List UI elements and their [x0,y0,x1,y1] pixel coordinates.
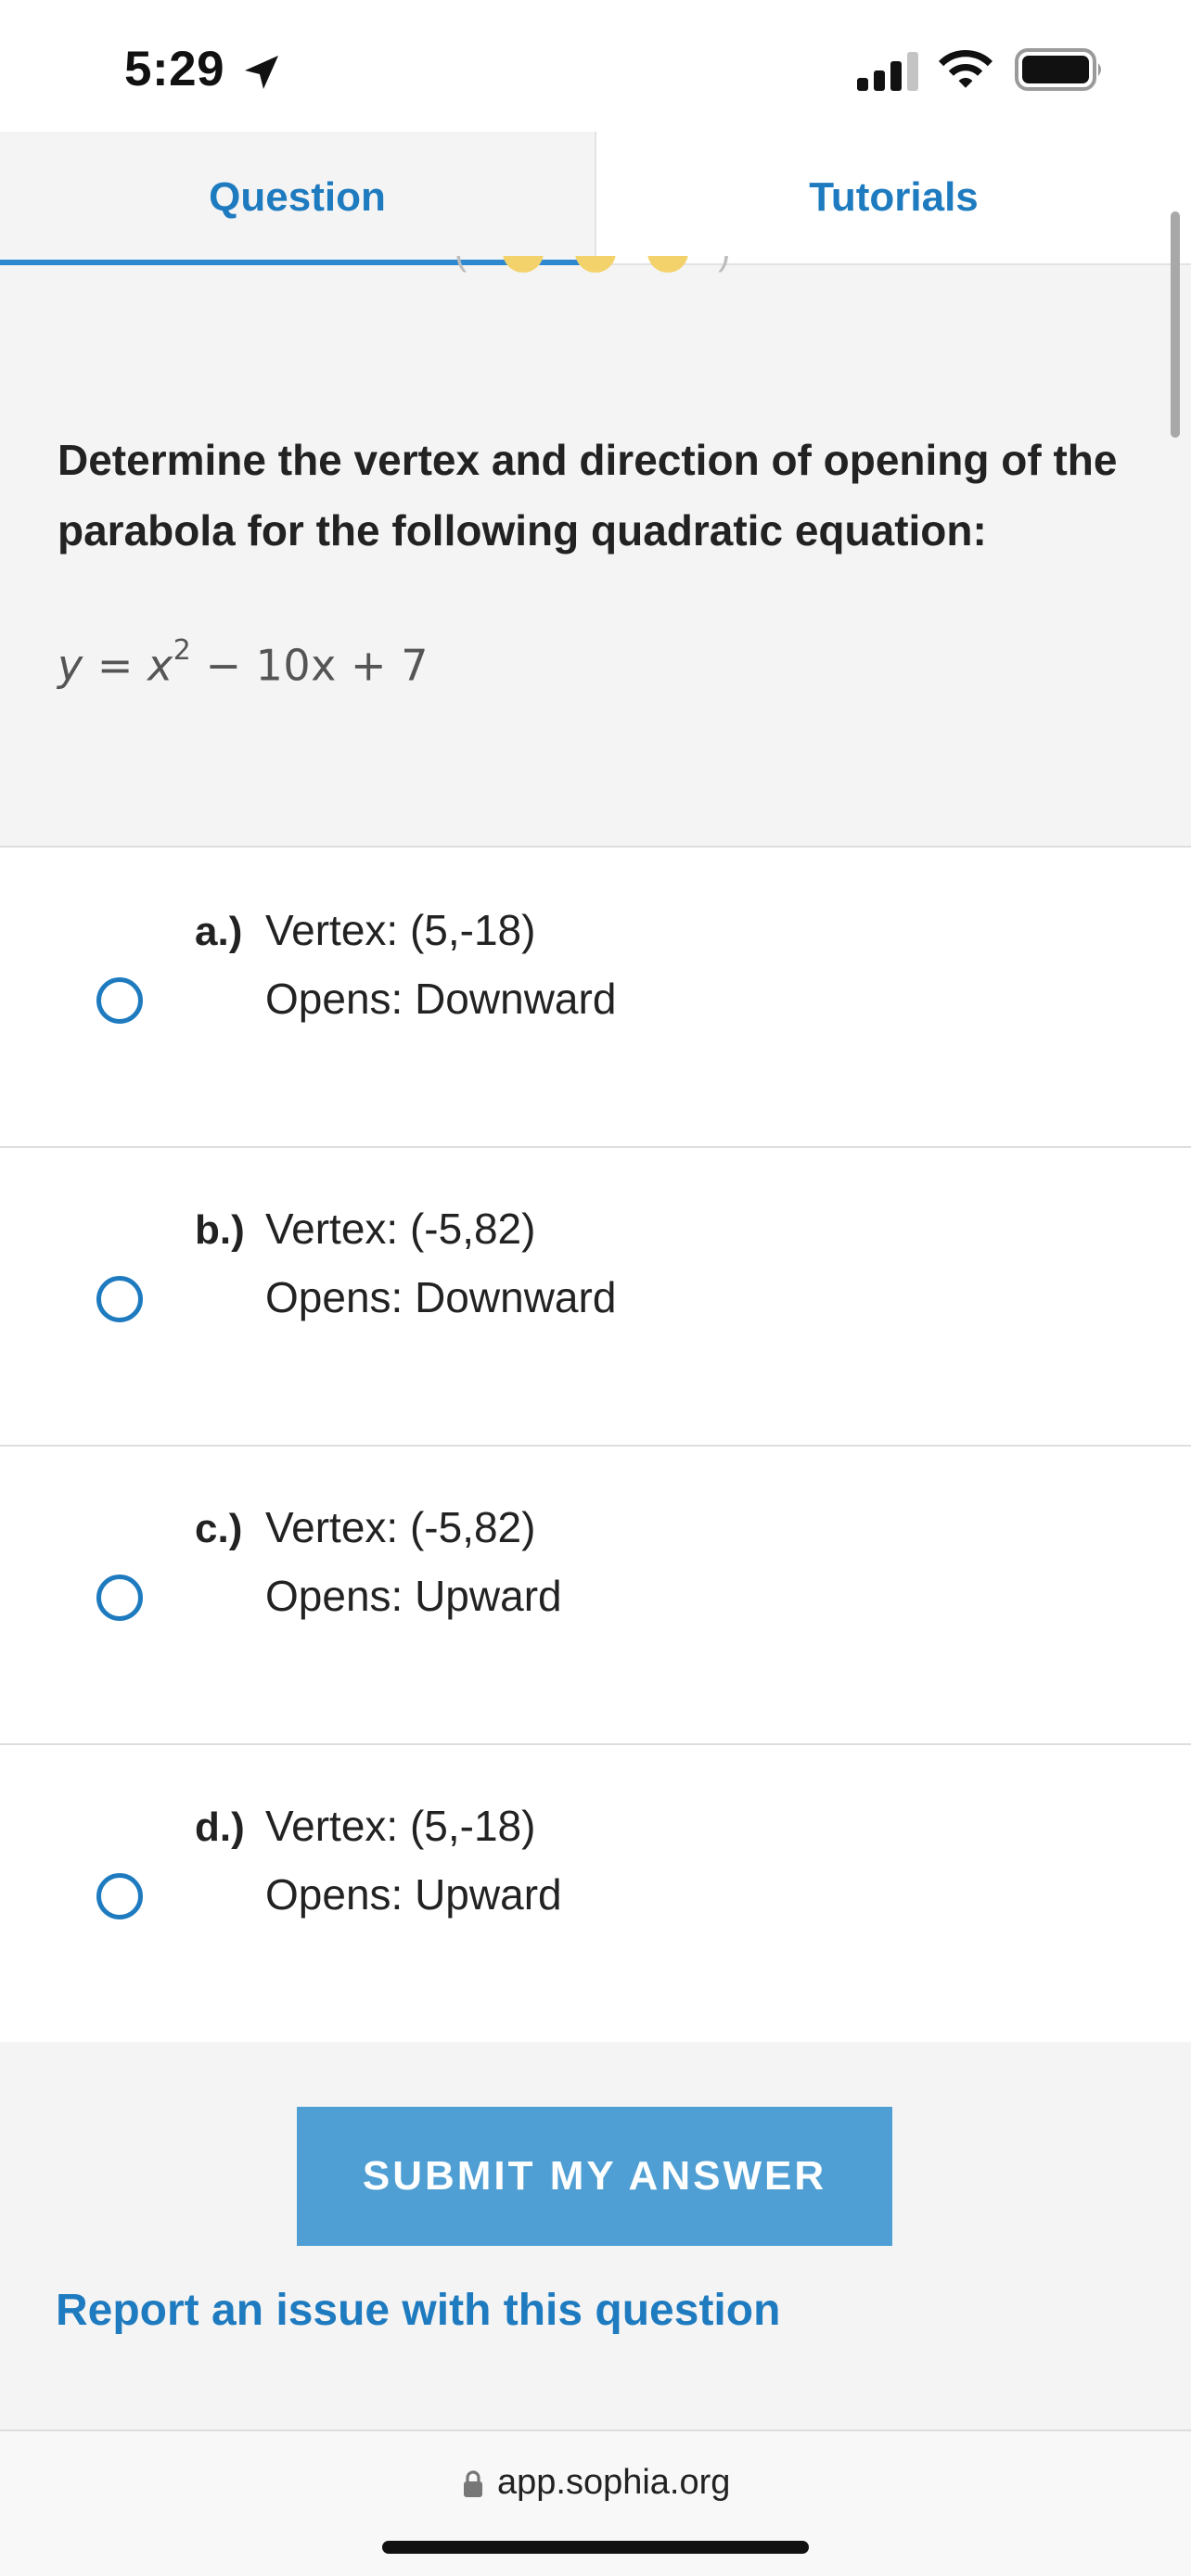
rating-close-paren: ) [718,256,730,274]
battery-icon [1015,48,1101,91]
rating-dot-icon [647,256,688,273]
option-opens: Opens: Downward [265,1273,617,1321]
wifi-icon [939,50,992,88]
screen: 5:29 Question Tutorials Determine the ve… [0,0,1191,2576]
radio-button[interactable] [96,977,143,1024]
tab-question-label: Question [209,174,386,220]
option-vertex: Vertex: (5,-18) [265,906,536,954]
status-bar: 5:29 [0,0,1191,132]
submit-answer-button[interactable]: SUBMIT MY ANSWER [297,2107,892,2246]
location-arrow-icon [245,56,278,89]
actions-panel: SUBMIT MY ANSWER Report an issue with th… [0,2042,1191,2431]
equation-exponent: 2 [173,634,192,667]
rating-dot-icon [503,256,544,273]
option-opens: Opens: Upward [265,1572,562,1620]
rating-open-paren: ( [455,256,467,274]
option-vertex: Vertex: (-5,82) [265,1205,536,1253]
answer-option-c[interactable]: c.) Vertex: (-5,82) Opens: Upward [0,1447,1191,1745]
tab-bar: Question Tutorials [0,132,1191,265]
option-letter: d.) [195,1804,245,1850]
quadratic-equation: y = x2 − 10x + 7 [58,634,429,691]
radio-button[interactable] [96,1873,143,1919]
answer-option-d[interactable]: d.) Vertex: (5,-18) Opens: Upward [0,1745,1191,2044]
scrollbar[interactable] [1171,211,1180,438]
status-time: 5:29 [124,42,225,96]
report-issue-link[interactable]: Report an issue with this question [56,2285,780,2336]
equation-x: x [147,640,173,691]
option-letter: c.) [195,1506,243,1551]
question-panel: ( ) Determine the vertex and direction o… [0,256,1191,848]
option-vertex: Vertex: (5,-18) [265,1802,536,1850]
tab-question[interactable]: Question [0,132,596,265]
url-text: app.sophia.org [497,2463,731,2502]
option-letter: a.) [195,909,243,954]
tab-tutorials-label: Tutorials [809,174,979,220]
answer-option-b[interactable]: b.) Vertex: (-5,82) Opens: Downward [0,1148,1191,1447]
home-indicator [382,2541,809,2554]
equation-rest: − 10x + 7 [191,640,429,691]
lock-icon [464,2470,482,2497]
option-vertex: Vertex: (-5,82) [265,1503,536,1551]
cellular-signal-icon [857,52,918,91]
question-prompt: Determine the vertex and direction of op… [58,436,1118,555]
answer-option-a[interactable]: a.) Vertex: (5,-18) Opens: Downward [0,849,1191,1148]
radio-button[interactable] [96,1276,143,1322]
browser-url-bar[interactable]: app.sophia.org [0,2431,1191,2576]
rating-stars-partial: ( ) [455,256,742,278]
option-opens: Opens: Upward [265,1870,562,1919]
rating-dot-icon [575,256,616,273]
equation-lhs: y [58,640,83,691]
equation-equals: = [83,640,148,691]
option-letter: b.) [195,1207,245,1253]
option-opens: Opens: Downward [265,975,617,1023]
tab-tutorials[interactable]: Tutorials [596,132,1191,263]
radio-button[interactable] [96,1575,143,1621]
